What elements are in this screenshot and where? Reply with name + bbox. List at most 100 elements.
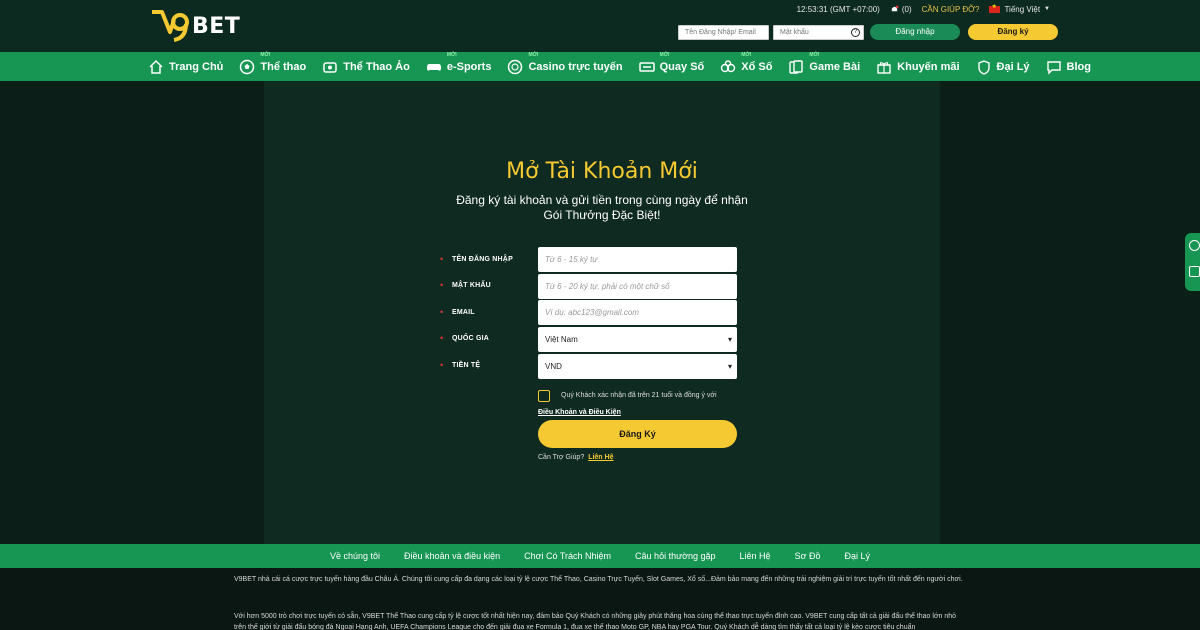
cards-icon [789,59,804,74]
footer-link-about[interactable]: Về chúng tôi [330,551,380,561]
notifications[interactable]: (0) [890,5,912,14]
new-badge: MỚI [446,51,457,58]
site-header: V9 BET 12:53:31 (GMT +07:00) (0) CẦN GIÚ… [0,0,1200,52]
agent-icon [977,59,990,75]
v9-logo-icon: V9 [152,10,189,42]
footer-link-faq[interactable]: Câu hỏi thường gặp [635,551,715,561]
footer-link-sitemap[interactable]: Sơ Đồ [795,551,821,561]
notification-count: (0) [901,4,912,14]
nav-items: Trang Chủ MỚI Thể thao Thể Thao Ảo MỚI e… [148,52,1107,81]
required-mark: • [440,307,444,317]
country-label: QUỐC GIA [452,334,489,342]
nav-label: Đại Lý [996,60,1030,73]
subtitle-line-2: Gói Thưởng Đặc Biệt! [543,208,661,222]
nav-label: e-Sports [446,60,492,73]
help-line: Cần Trợ Giúp? Liên Hệ [538,454,613,461]
side-floating-tab[interactable] [1185,233,1200,291]
clock: 12:53:31 (GMT +07:00) [796,4,880,14]
help-text: Cần Trợ Giúp? [538,454,585,461]
password-input[interactable]: Mật khẩu ? [773,24,864,40]
age-terms-checkbox[interactable] [538,390,550,402]
main-nav: Trang Chủ MỚI Thể thao Thể Thao Ảo MỚI e… [0,52,1200,81]
new-badge: MỚI [528,51,539,58]
virtual-sports-icon [323,61,337,73]
new-badge: MỚI [741,51,752,58]
footer-link-terms[interactable]: Điều khoản và điều kiện [404,551,500,561]
footer-link-contact[interactable]: Liên Hệ [740,551,771,561]
footer-paragraph-1: V9BET nhà cái cá cược trực tuyến hàng đầ… [234,576,963,583]
country-row: • QUỐC GIA [440,325,537,351]
password-placeholder: Mật khẩu [780,28,809,36]
currency-select[interactable]: VND [538,354,737,379]
nav-label: Thể Thao Ảo [343,60,410,73]
main-content: Mở Tài Khoản Mới Đăng ký tài khoản và gử… [0,81,1200,544]
nav-item-lottery-draw[interactable]: MỚI Quay Số [638,52,705,75]
nav-item-sports[interactable]: MỚI Thể thao [239,52,307,75]
footer-link-agent[interactable]: Đại Lý [844,551,870,561]
nav-label: Casino trực tuyến [528,60,623,73]
gamepad-icon [426,63,441,71]
required-mark: • [440,360,444,370]
nav-item-esports[interactable]: MỚI e-Sports [426,52,492,75]
required-mark: • [440,280,444,290]
nav-label: Quay Số [659,60,705,73]
new-badge: MỚI [260,51,271,58]
nav-item-virtual-sports[interactable]: Thể Thao Ảo [322,59,410,75]
terms-link[interactable]: Điều Khoản và Điều Kiện [538,409,621,416]
vietnam-flag-icon [989,3,1001,13]
mobile-app-icon[interactable] [1189,266,1200,277]
password-row: • MẬT KHẨU [440,272,537,298]
password-field[interactable]: Từ 6 - 20 ký tự, phải có một chữ số [538,274,737,299]
page-subtitle: Đăng ký tài khoản và gửi tiền trong cùng… [264,193,940,223]
bell-icon [891,4,899,12]
nav-item-lotto[interactable]: MỚI Xổ Số [720,52,773,75]
language-label: Tiếng Việt [1004,4,1041,14]
submit-register-button[interactable]: Đăng Ký [538,420,737,448]
top-utility-bar: 12:53:31 (GMT +07:00) (0) CẦN GIÚP ĐỠ? T… [797,2,1050,16]
login-bar: Tên Đăng Nhập/ Email Mật khẩu ? Đăng nhậ… [678,24,1058,40]
required-mark: • [440,333,444,343]
nav-label: Xổ Số [741,60,773,73]
country-select[interactable]: Việt Nam [538,327,737,352]
email-field[interactable]: Ví dụ: abc123@gmail.com [538,300,737,325]
subtitle-line-1: Đăng ký tài khoản và gửi tiền trong cùng… [456,193,748,207]
lotto-balls-icon [721,59,736,72]
new-badge: MỚI [809,51,820,58]
lottery-icon [638,61,655,72]
contact-link[interactable]: Liên Hệ [588,454,613,461]
username-field[interactable]: Từ 6 - 15 ký tự [538,247,737,272]
soccer-ball-icon [240,59,255,74]
registration-panel: Mở Tài Khoản Mới Đăng ký tài khoản và gử… [264,81,940,544]
footer-paragraph-2: Với hơn 5000 trò chơi trực tuyến có sẵn,… [234,613,957,630]
nav-item-agent[interactable]: Đại Lý [976,59,1030,75]
nav-item-casino[interactable]: MỚI Casino trực tuyến [507,52,623,75]
casino-chip-icon [508,59,523,74]
language-selector[interactable]: Tiếng Việt ▼ [989,3,1050,14]
chat-icon [1046,60,1061,75]
help-link[interactable]: CẦN GIÚP ĐỠ? [922,5,980,14]
footer-link-responsible[interactable]: Chơi Có Trách Nhiệm [524,551,611,561]
page-title: Mở Tài Khoản Mới [506,159,698,184]
chevron-down-icon: ▼ [1044,6,1050,12]
email-row: • EMAIL [440,299,537,325]
nav-item-blog[interactable]: Blog [1046,59,1091,75]
login-button[interactable]: Đăng nhập [870,24,960,40]
currency-row: • TIỀN TỆ [440,352,537,378]
nav-item-card-games[interactable]: MỚI Game Bài [788,52,861,75]
logo[interactable]: V9 BET [150,8,240,44]
nav-item-promotions[interactable]: Khuyến mãi [876,59,960,75]
nav-item-home[interactable]: Trang Chủ [148,59,223,75]
nav-label: Game Bài [809,60,861,73]
chat-support-icon[interactable] [1189,240,1200,251]
username-input[interactable]: Tên Đăng Nhập/ Email [678,24,769,40]
footer-description: V9BET nhà cái cá cược trực tuyến hàng đầ… [0,568,1200,630]
nav-label: Thể thao [260,60,307,73]
new-badge: MỚI [659,51,670,58]
register-button[interactable]: Đăng ký [968,24,1058,40]
agree-text: Quý Khách xác nhận đã trên 21 tuổi và đồ… [561,392,717,399]
nav-label: Blog [1066,60,1091,73]
username-label: TÊN ĐĂNG NHẬP [452,255,513,263]
question-icon[interactable]: ? [851,27,860,37]
currency-label: TIỀN TỆ [452,361,481,369]
logo-text: BET [192,13,241,39]
